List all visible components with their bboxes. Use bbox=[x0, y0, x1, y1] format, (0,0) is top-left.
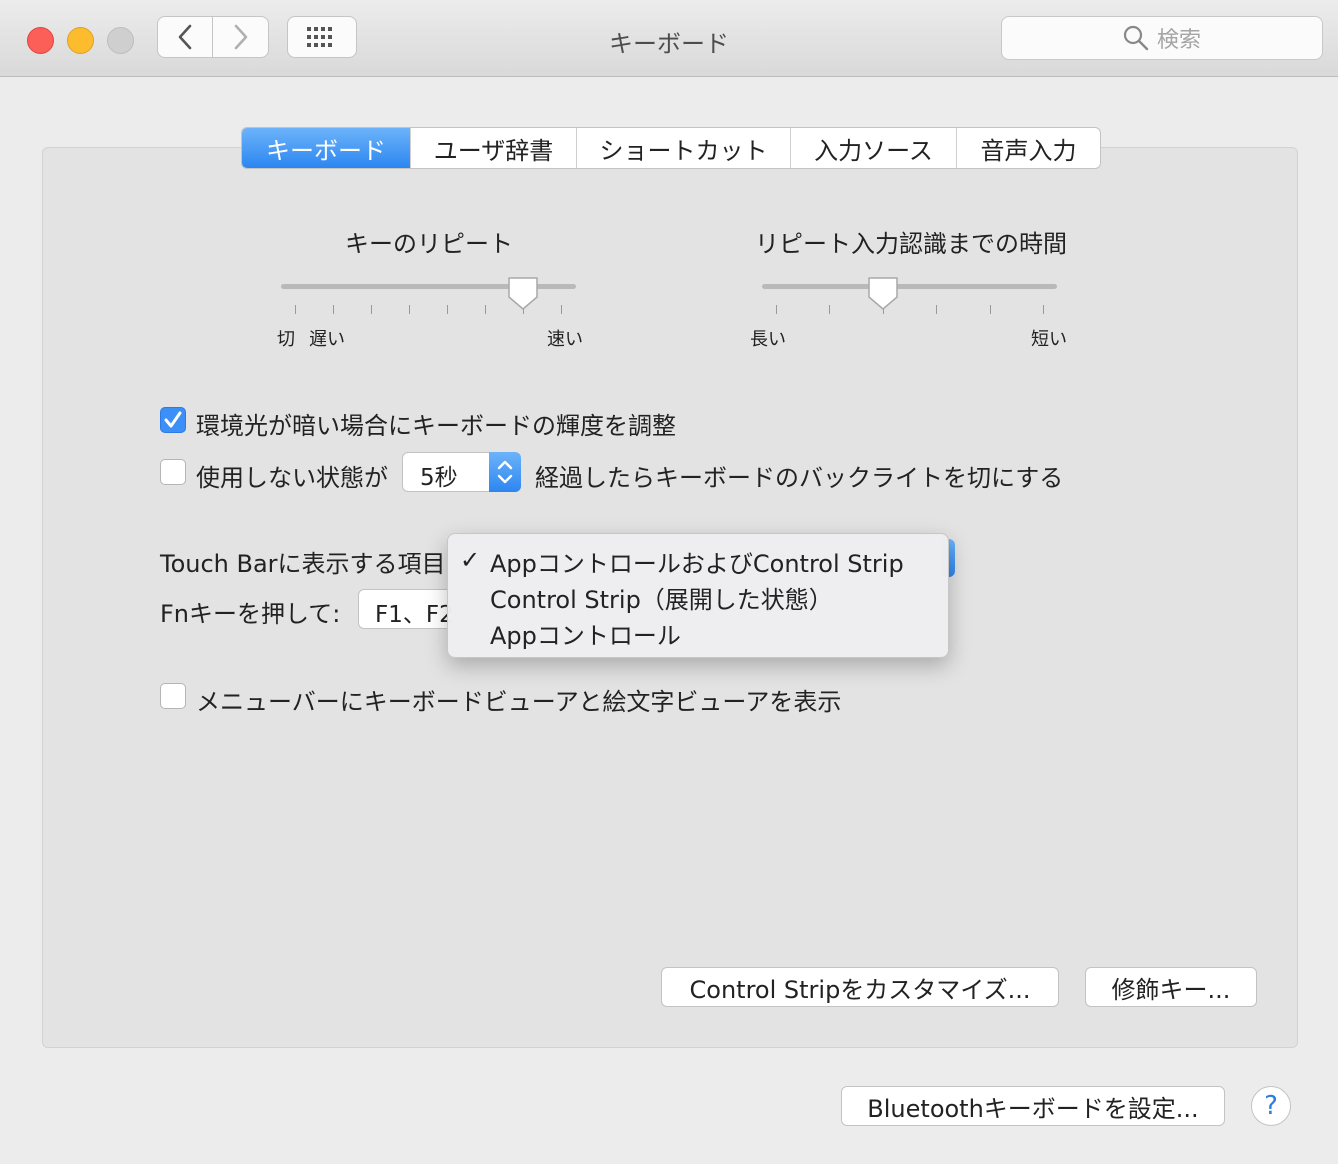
key-repeat-slow-label: 遅い bbox=[309, 329, 345, 350]
key-repeat-off-label: 切 bbox=[277, 329, 295, 350]
delay-repeat-short-label: 短い bbox=[1031, 329, 1067, 350]
slider-tick bbox=[1043, 305, 1044, 314]
chevron-up-down-icon bbox=[497, 460, 513, 484]
slider-tick bbox=[409, 305, 410, 314]
search-field[interactable]: 検索 bbox=[1001, 16, 1323, 60]
menu-item-expanded-control-strip[interactable]: Control Strip（展開した状態） bbox=[490, 580, 833, 615]
modifier-keys-button[interactable]: 修飾キー... bbox=[1085, 967, 1257, 1007]
delay-repeat-long-label: 長い bbox=[750, 329, 786, 350]
delay-repeat-track[interactable] bbox=[762, 284, 1057, 289]
key-repeat-title: キーのリピート bbox=[345, 230, 513, 258]
fn-key-label: Fnキーを押して: bbox=[160, 600, 341, 628]
help-button[interactable]: ? bbox=[1251, 1086, 1291, 1126]
help-icon: ? bbox=[1264, 1091, 1278, 1121]
key-repeat-fast-label: 速い bbox=[547, 329, 583, 350]
slider-tick bbox=[485, 305, 486, 314]
touchbar-menu: ✓ AppコントロールおよびControl Strip Control Stri… bbox=[447, 533, 949, 658]
slider-tick bbox=[561, 305, 562, 314]
show-viewers-checkbox[interactable] bbox=[160, 683, 186, 709]
menu-item-app-controls-with-control-strip[interactable]: AppコントロールおよびControl Strip bbox=[490, 544, 904, 579]
search-icon bbox=[1123, 25, 1149, 51]
touchbar-label: Touch Barに表示する項目 bbox=[160, 550, 446, 578]
title-bar: キーボード 検索 bbox=[0, 0, 1338, 77]
fn-key-value: F1、F2 bbox=[375, 602, 454, 628]
backlight-time-stepper[interactable] bbox=[489, 452, 521, 492]
backlight-time-popup[interactable]: 5秒 bbox=[402, 452, 521, 492]
slider-tick bbox=[333, 305, 334, 314]
tab-user-dictionary[interactable]: ユーザ辞書 bbox=[411, 128, 577, 168]
key-repeat-thumb[interactable] bbox=[506, 275, 540, 311]
delay-repeat-thumb[interactable] bbox=[866, 275, 900, 311]
slider-tick bbox=[936, 305, 937, 314]
search-placeholder: 検索 bbox=[1156, 28, 1201, 53]
adjust-brightness-label: 環境光が暗い場合にキーボードの輝度を調整 bbox=[196, 412, 676, 440]
tab-input-sources[interactable]: 入力ソース bbox=[791, 128, 957, 168]
slider-tick bbox=[776, 305, 777, 314]
backlight-suffix-label: 経過したらキーボードのバックライトを切にする bbox=[535, 464, 1064, 492]
backlight-off-checkbox[interactable] bbox=[160, 459, 186, 485]
adjust-brightness-checkbox[interactable] bbox=[160, 407, 186, 433]
slider-tick bbox=[371, 305, 372, 314]
show-viewers-label: メニューバーにキーボードビューアと絵文字ビューアを表示 bbox=[196, 688, 842, 716]
slider-tick bbox=[295, 305, 296, 314]
tab-bar: キーボード ユーザ辞書 ショートカット 入力ソース 音声入力 bbox=[241, 127, 1101, 169]
checkmark-icon bbox=[164, 411, 182, 428]
customize-control-strip-button[interactable]: Control Stripをカスタマイズ... bbox=[661, 967, 1059, 1007]
slider-tick bbox=[447, 305, 448, 314]
tab-dictation[interactable]: 音声入力 bbox=[957, 128, 1100, 168]
slider-tick bbox=[829, 305, 830, 314]
tab-shortcuts[interactable]: ショートカット bbox=[577, 128, 791, 168]
tab-keyboard[interactable]: キーボード bbox=[242, 128, 411, 168]
menu-item-app-controls[interactable]: Appコントロール bbox=[490, 616, 681, 651]
backlight-time-value: 5秒 bbox=[420, 465, 458, 491]
setup-bluetooth-keyboard-button[interactable]: Bluetoothキーボードを設定... bbox=[841, 1086, 1225, 1126]
checkmark-icon: ✓ bbox=[460, 546, 481, 574]
backlight-prefix-label: 使用しない状態が bbox=[196, 464, 388, 492]
slider-tick bbox=[990, 305, 991, 314]
delay-repeat-title: リピート入力認識までの時間 bbox=[755, 230, 1067, 258]
